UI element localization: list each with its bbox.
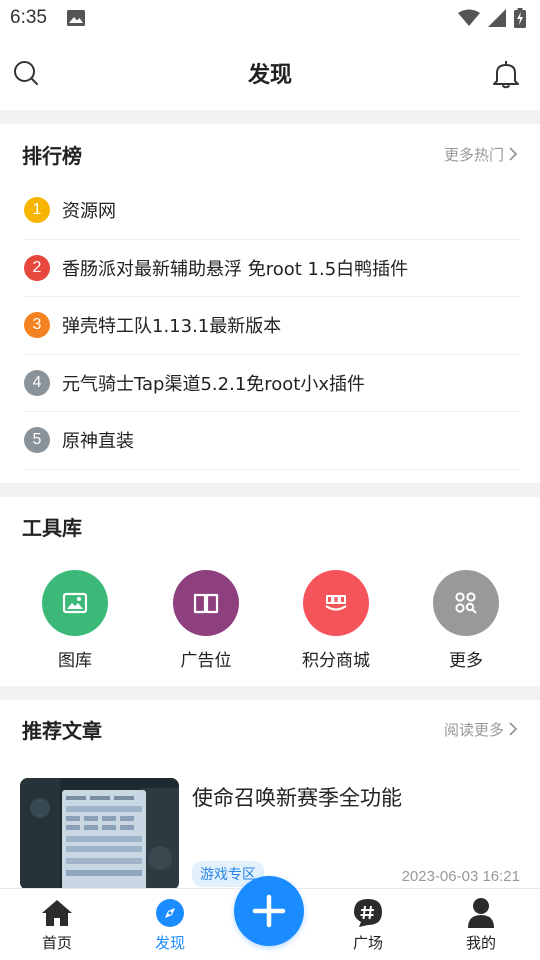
ranking-item[interactable]: 2 香肠派对最新辅助悬浮 免root 1.5白鸭插件 bbox=[24, 240, 520, 297]
signal-icon bbox=[488, 9, 506, 27]
chevron-right-icon bbox=[509, 147, 518, 161]
nav-discover-label: 发现 bbox=[154, 934, 185, 952]
ranking-item[interactable]: 1 资源网 bbox=[24, 182, 520, 240]
article-date: 2023-06-03 16:21 bbox=[401, 868, 520, 885]
nav-mine[interactable]: 我的 bbox=[441, 897, 521, 953]
tools-grid: 图库 广告位 积分商城 更多 bbox=[0, 570, 540, 671]
gallery-icon bbox=[62, 592, 88, 614]
hashtag-chat-icon bbox=[352, 897, 384, 929]
nav-home[interactable]: 首页 bbox=[17, 897, 97, 953]
page-title: 发现 bbox=[247, 63, 292, 88]
apps-icon bbox=[455, 592, 477, 614]
article-card[interactable]: 使命召唤新赛季全功能 游戏专区 2023-06-03 16:21 bbox=[20, 778, 520, 890]
ranking-header: 排行榜 更多热门 bbox=[0, 125, 540, 183]
ranking-list: 1 资源网 2 香肠派对最新辅助悬浮 免root 1.5白鸭插件 3 弹壳特工队… bbox=[24, 182, 520, 470]
nav-discover[interactable]: 发现 bbox=[130, 897, 210, 953]
tools-header: 工具库 bbox=[0, 497, 540, 555]
tools-title: 工具库 bbox=[22, 515, 82, 540]
section-divider bbox=[0, 686, 540, 700]
wifi-icon bbox=[458, 9, 480, 26]
app-header: 发现 bbox=[0, 36, 540, 110]
bell-icon[interactable] bbox=[492, 59, 520, 89]
section-divider bbox=[0, 483, 540, 497]
tool-gallery[interactable]: 图库 bbox=[25, 570, 125, 671]
tool-more[interactable]: 更多 bbox=[416, 570, 516, 671]
plus-icon bbox=[252, 894, 286, 928]
ranking-item[interactable]: 5 原神直装 bbox=[24, 412, 520, 470]
status-bar: 6:35 bbox=[0, 0, 540, 36]
rank-badge: 5 bbox=[24, 427, 50, 454]
section-divider bbox=[0, 110, 540, 124]
more-hot-link[interactable]: 更多热门 bbox=[444, 144, 518, 165]
ranking-item-label: 香肠派对最新辅助悬浮 免root 1.5白鸭插件 bbox=[62, 258, 409, 280]
ranking-item[interactable]: 4 元气骑士Tap渠道5.2.1免root小x插件 bbox=[24, 355, 520, 412]
ranking-item-label: 弹壳特工队1.13.1最新版本 bbox=[62, 316, 282, 338]
ranking-item[interactable]: 3 弹壳特工队1.13.1最新版本 bbox=[24, 297, 520, 355]
book-icon bbox=[193, 593, 219, 614]
tool-gallery-label: 图库 bbox=[58, 651, 92, 671]
rank-badge: 3 bbox=[24, 312, 50, 339]
tool-ad-slot[interactable]: 广告位 bbox=[156, 570, 256, 671]
tool-points-store-label: 积分商城 bbox=[302, 651, 370, 671]
read-more-label: 阅读更多 bbox=[443, 720, 504, 739]
nav-home-label: 首页 bbox=[41, 934, 72, 952]
read-more-link[interactable]: 阅读更多 bbox=[444, 719, 518, 740]
rank-badge: 4 bbox=[24, 369, 50, 396]
tool-points-store[interactable]: 积分商城 bbox=[286, 570, 386, 671]
ranking-item-label: 原神直装 bbox=[62, 431, 134, 453]
rank-badge: 1 bbox=[24, 197, 50, 224]
status-indicators bbox=[458, 8, 526, 28]
tool-more-label: 更多 bbox=[449, 651, 483, 671]
articles-header: 推荐文章 阅读更多 bbox=[0, 700, 540, 758]
tool-ad-slot-label: 广告位 bbox=[180, 651, 232, 671]
articles-title: 推荐文章 bbox=[22, 718, 102, 743]
home-icon bbox=[41, 897, 73, 929]
ranking-title: 排行榜 bbox=[22, 143, 82, 168]
rank-badge: 2 bbox=[24, 254, 50, 281]
tool-points-store-circle bbox=[303, 570, 369, 636]
create-post-button[interactable] bbox=[234, 876, 304, 946]
nav-square-label: 广场 bbox=[352, 934, 383, 952]
battery-icon bbox=[514, 8, 526, 28]
tool-gallery-circle bbox=[42, 570, 108, 636]
image-notification-icon bbox=[66, 10, 85, 26]
tool-more-circle bbox=[433, 570, 499, 636]
compass-icon bbox=[154, 897, 186, 929]
ranking-item-label: 资源网 bbox=[62, 201, 116, 223]
nav-square[interactable]: 广场 bbox=[328, 897, 408, 953]
ranking-item-label: 元气骑士Tap渠道5.2.1免root小x插件 bbox=[62, 373, 366, 395]
search-icon[interactable] bbox=[12, 59, 40, 87]
nav-mine-label: 我的 bbox=[465, 934, 496, 952]
game-screenshot-image bbox=[20, 778, 179, 890]
tool-ad-slot-circle bbox=[173, 570, 239, 636]
more-hot-label: 更多热门 bbox=[443, 145, 504, 164]
status-time: 6:35 bbox=[10, 7, 47, 28]
article-thumbnail bbox=[20, 778, 179, 890]
store-icon bbox=[325, 595, 347, 611]
user-icon bbox=[465, 897, 497, 929]
chevron-right-icon bbox=[509, 722, 518, 736]
article-title: 使命召唤新赛季全功能 bbox=[192, 786, 402, 810]
